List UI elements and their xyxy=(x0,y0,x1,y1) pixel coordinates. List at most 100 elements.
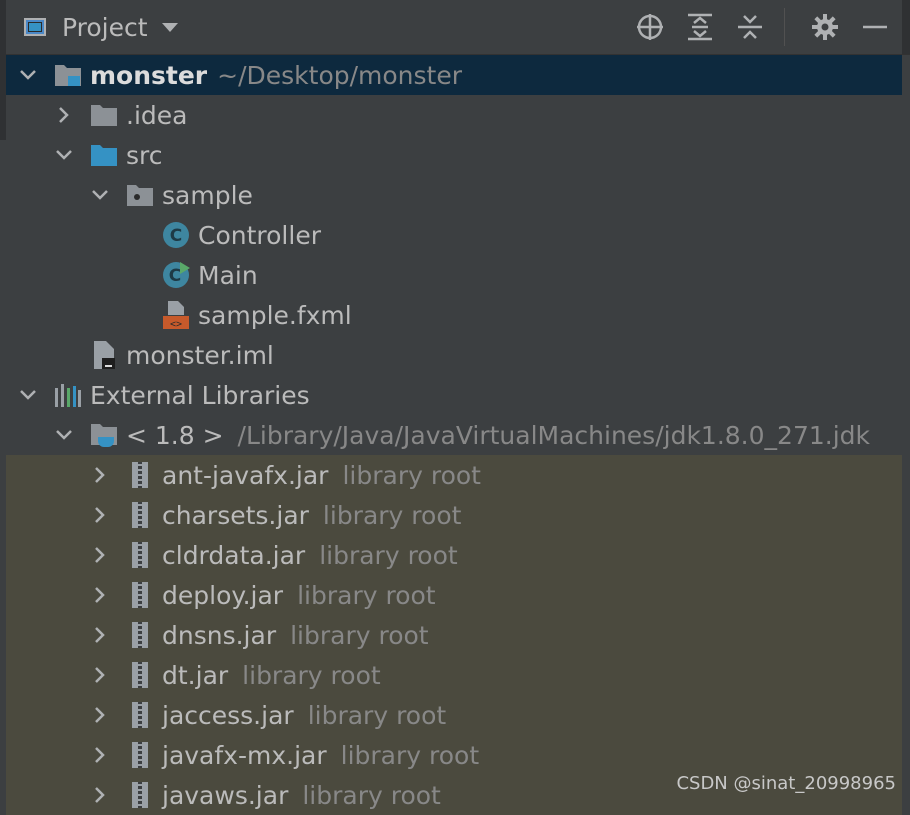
tree-label: dnsns.jar xyxy=(162,620,277,650)
tree-label: src xyxy=(126,140,163,170)
tree-path-hint: ~/Desktop/monster xyxy=(217,60,463,90)
tree-label: javafx-mx.jar xyxy=(162,740,327,770)
expand-all-icon[interactable] xyxy=(680,8,720,46)
chevron-down-icon[interactable] xyxy=(54,145,74,165)
gear-icon[interactable] xyxy=(805,8,845,46)
project-title: Project xyxy=(62,12,148,42)
library-root-hint: library root xyxy=(322,500,462,530)
jar-archive-icon xyxy=(126,501,154,529)
watermark-text: CSDN @sinat_20998965 xyxy=(676,773,896,794)
chevron-down-icon[interactable] xyxy=(18,385,38,405)
jar-archive-icon xyxy=(126,741,154,769)
chevron-down-icon[interactable] xyxy=(18,65,38,85)
tree-label: monster.iml xyxy=(126,340,274,370)
tree-row-jar[interactable]: dnsns.jar library root xyxy=(6,615,902,655)
source-folder-icon xyxy=(90,141,118,169)
svg-text:C: C xyxy=(170,226,182,246)
tree-row-jar[interactable]: cldrdata.jar library root xyxy=(6,535,902,575)
chevron-down-icon[interactable] xyxy=(90,185,110,205)
tree-row-monster[interactable]: monster ~/Desktop/monster xyxy=(6,55,902,95)
tree-row-jar[interactable]: ant-javafx.jar library root xyxy=(6,455,902,495)
tree-row-iml[interactable]: monster.iml xyxy=(6,335,902,375)
library-root-hint: library root xyxy=(307,700,447,730)
tree-label: jaccess.jar xyxy=(162,700,294,730)
tree-row-jar[interactable]: jaccess.jar library root xyxy=(6,695,902,735)
jar-archive-icon xyxy=(126,461,154,489)
library-root-hint: library root xyxy=(242,660,381,690)
tree-label: deploy.jar xyxy=(162,580,284,610)
tree-label: Main xyxy=(198,260,258,290)
jar-archive-icon xyxy=(126,621,154,649)
svg-text:<>: <> xyxy=(170,319,182,330)
jar-archive-icon xyxy=(126,541,154,569)
toolbar-actions xyxy=(630,8,895,46)
project-tree: monster ~/Desktop/monster .idea src samp… xyxy=(6,54,902,815)
fxml-file-icon: <> xyxy=(162,301,190,330)
tree-row-main[interactable]: C Main xyxy=(6,255,902,295)
jar-archive-icon xyxy=(126,701,154,729)
minimize-icon[interactable] xyxy=(855,8,895,46)
chevron-right-icon[interactable] xyxy=(90,665,110,685)
toolbar-separator xyxy=(784,8,785,46)
jdk-folder-icon xyxy=(90,421,118,449)
tree-label: sample.fxml xyxy=(198,300,352,330)
tree-label: dt.jar xyxy=(162,660,229,690)
tree-label: External Libraries xyxy=(90,380,310,410)
library-root-hint: library root xyxy=(319,540,458,570)
jar-archive-icon xyxy=(126,661,154,689)
tree-row-jdk[interactable]: < 1.8 > /Library/Java/JavaVirtualMachine… xyxy=(6,415,902,455)
project-window-icon xyxy=(24,18,46,36)
tree-row-external-libraries[interactable]: External Libraries xyxy=(6,375,902,415)
java-main-class-icon: C xyxy=(162,261,190,289)
library-root-hint: library root xyxy=(340,740,480,770)
tree-label: Controller xyxy=(198,220,321,250)
chevron-right-icon[interactable] xyxy=(54,105,74,125)
tree-label: .idea xyxy=(126,100,188,130)
tree-row-idea[interactable]: .idea xyxy=(6,95,902,135)
chevron-right-icon[interactable] xyxy=(90,625,110,645)
project-view-selector[interactable]: Project xyxy=(24,8,178,46)
tree-path-hint: /Library/Java/JavaVirtualMachines/jdk1.8… xyxy=(237,420,870,450)
tree-label: javaws.jar xyxy=(162,780,289,810)
chevron-right-icon[interactable] xyxy=(90,745,110,765)
library-root-hint: library root xyxy=(302,780,441,810)
tree-row-fxml[interactable]: <> sample.fxml xyxy=(6,295,902,335)
tree-row-jar[interactable]: javafx-mx.jar library root xyxy=(6,735,902,775)
tree-row-controller[interactable]: C Controller xyxy=(6,215,902,255)
locate-icon[interactable] xyxy=(630,8,670,46)
folder-icon xyxy=(90,101,118,129)
tree-label: < 1.8 > xyxy=(126,420,224,450)
chevron-right-icon[interactable] xyxy=(90,465,110,485)
chevron-down-icon[interactable] xyxy=(54,425,74,445)
module-folder-icon xyxy=(54,61,82,89)
tree-label: ant-javafx.jar xyxy=(162,460,329,490)
tree-row-jar[interactable]: charsets.jar library root xyxy=(6,495,902,535)
tree-row-sample[interactable]: sample xyxy=(6,175,902,215)
jar-archive-icon xyxy=(126,781,154,809)
tree-row-jar[interactable]: dt.jar library root xyxy=(6,655,902,695)
java-class-icon: C xyxy=(162,221,190,249)
tree-row-jar[interactable]: deploy.jar library root xyxy=(6,575,902,615)
iml-file-icon xyxy=(90,341,118,369)
tree-label: charsets.jar xyxy=(162,500,309,530)
chevron-right-icon[interactable] xyxy=(90,505,110,525)
library-root-hint: library root xyxy=(297,580,436,610)
library-root-hint: library root xyxy=(342,460,481,490)
chevron-right-icon[interactable] xyxy=(90,705,110,725)
dropdown-caret-icon xyxy=(161,22,178,32)
collapse-all-icon[interactable] xyxy=(730,8,770,46)
tree-label: monster xyxy=(90,60,208,90)
chevron-right-icon[interactable] xyxy=(90,545,110,565)
chevron-right-icon[interactable] xyxy=(90,585,110,605)
library-root-hint: library root xyxy=(290,620,429,650)
package-icon xyxy=(126,181,154,209)
tree-row-src[interactable]: src xyxy=(6,135,902,175)
project-toolbar: Project xyxy=(0,0,910,55)
jar-archive-icon xyxy=(126,581,154,609)
libraries-icon xyxy=(54,381,82,409)
chevron-right-icon[interactable] xyxy=(90,785,110,805)
tree-label: sample xyxy=(162,180,253,210)
svg-text:C: C xyxy=(169,266,181,286)
right-edge-strip xyxy=(902,0,910,54)
tree-label: cldrdata.jar xyxy=(162,540,306,570)
